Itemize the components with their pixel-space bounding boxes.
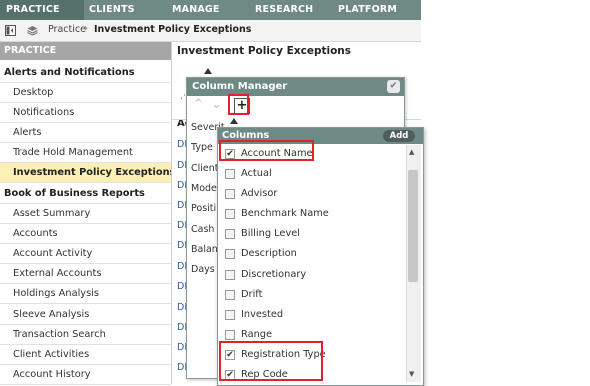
breadcrumb-separator-icon: ›: [84, 23, 88, 34]
column-option-drift[interactable]: Drift: [218, 285, 405, 305]
column-field[interactable]: Days: [191, 264, 215, 275]
drag-handle-icon[interactable]: ⋰: [180, 91, 189, 101]
scroll-up-icon[interactable]: ▲: [409, 148, 414, 156]
column-field[interactable]: Type: [191, 142, 213, 153]
sidebar-item-desktop[interactable]: Desktop: [0, 83, 171, 103]
checkbox-icon[interactable]: [225, 310, 235, 320]
nav-tab-practice[interactable]: PRACTICE: [0, 0, 84, 20]
nav-tab-research[interactable]: RESEARCH: [255, 0, 313, 20]
nav-tab-clients[interactable]: CLIENTS: [89, 0, 135, 20]
column-option-label: Discretionary: [241, 269, 307, 280]
columns-dropdown-pointer-icon: [230, 118, 238, 124]
sidebar-item-transaction-search[interactable]: Transaction Search: [0, 325, 171, 345]
add-column-highlight: [228, 94, 249, 115]
column-manager-pointer-icon: [204, 68, 212, 74]
checkbox-icon[interactable]: [225, 209, 235, 219]
sidebar-item-external-accounts[interactable]: External Accounts: [0, 264, 171, 284]
add-columns-button[interactable]: Add: [383, 130, 415, 142]
column-option-label: Billing Level: [241, 228, 301, 239]
move-up-icon[interactable]: ⌃: [193, 97, 204, 112]
sidebar-item-holdings-analysis[interactable]: Holdings Analysis: [0, 284, 171, 304]
breadcrumb-current: Investment Policy Exceptions: [94, 24, 252, 35]
column-option-label: Range: [241, 329, 273, 340]
breadcrumb-root[interactable]: Practice: [48, 24, 86, 35]
sidebar-item-trade-hold[interactable]: Trade Hold Management: [0, 143, 171, 163]
column-option-invested[interactable]: Invested: [218, 305, 405, 325]
account-name-highlight: [219, 140, 314, 161]
checkbox-icon[interactable]: [225, 330, 235, 340]
registration-repcode-highlight: [219, 341, 323, 381]
collapse-sidebar-icon[interactable]: [5, 25, 16, 36]
checkbox-icon[interactable]: [225, 189, 235, 199]
confirm-check-icon[interactable]: ✔: [387, 80, 400, 93]
scrollbar-thumb[interactable]: [408, 170, 418, 282]
column-option-billing-level[interactable]: Billing Level: [218, 224, 405, 244]
layers-icon: [27, 26, 38, 36]
column-manager-header: Column Manager ✔: [187, 78, 404, 96]
sidebar-header: PRACTICE: [0, 42, 171, 60]
column-option-label: Benchmark Name: [241, 208, 329, 219]
sidebar-item-alerts[interactable]: Alerts: [0, 123, 171, 143]
column-field[interactable]: Mode: [191, 183, 217, 194]
top-nav: PRACTICE CLIENTS MANAGE RESEARCH PLATFOR…: [0, 0, 421, 20]
scroll-down-icon[interactable]: ▼: [409, 370, 414, 378]
column-option-label: Advisor: [241, 188, 278, 199]
nav-tab-manage[interactable]: MANAGE: [172, 0, 220, 20]
sidebar-item-account-activity[interactable]: Account Activity: [0, 244, 171, 264]
sidebar-item-client-activities[interactable]: Client Activities: [0, 345, 171, 365]
page-title: Investment Policy Exceptions: [177, 45, 352, 57]
column-field[interactable]: Balan: [191, 244, 218, 255]
column-field[interactable]: Cash: [191, 224, 214, 235]
column-option-label: Description: [241, 248, 297, 259]
column-option-label: Actual: [241, 168, 272, 179]
sidebar-item-investment-policy-exceptions[interactable]: Investment Policy Exceptions: [0, 163, 171, 183]
checkbox-icon[interactable]: [225, 249, 235, 259]
column-option-label: Drift: [241, 289, 263, 300]
column-manager-title: Column Manager: [192, 81, 288, 92]
checkbox-icon[interactable]: [225, 270, 235, 280]
nav-tab-platform[interactable]: PLATFORM: [338, 0, 397, 20]
sidebar-item-asset-summary[interactable]: Asset Summary: [0, 204, 171, 224]
column-option-actual[interactable]: Actual: [218, 164, 405, 184]
sidebar-group-alerts[interactable]: Alerts and Notifications: [0, 63, 171, 83]
move-down-icon[interactable]: ⌄: [211, 97, 222, 112]
checkbox-icon[interactable]: [225, 169, 235, 179]
sidebar-group-book-of-business[interactable]: Book of Business Reports: [0, 184, 171, 204]
column-option-label: Invested: [241, 309, 284, 320]
checkbox-icon[interactable]: [225, 229, 235, 239]
column-option-description[interactable]: Description: [218, 244, 405, 264]
column-manager-toolbar: ⌃ ⌄ +: [187, 96, 404, 116]
sidebar-item-accounts[interactable]: Accounts: [0, 224, 171, 244]
sidebar-item-account-history[interactable]: Account History: [0, 365, 171, 385]
sidebar: PRACTICE Alerts and Notifications Deskto…: [0, 42, 172, 385]
column-field[interactable]: Client: [191, 163, 219, 174]
sidebar-item-notifications[interactable]: Notifications: [0, 103, 171, 123]
column-field[interactable]: Positi: [191, 203, 216, 214]
breadcrumb: Practice › Investment Policy Exceptions: [0, 20, 421, 42]
column-option-discretionary[interactable]: Discretionary: [218, 265, 405, 285]
sidebar-item-sleeve-analysis[interactable]: Sleeve Analysis: [0, 305, 171, 325]
checkbox-icon[interactable]: [225, 290, 235, 300]
column-option-benchmark-name[interactable]: Benchmark Name: [218, 204, 405, 224]
column-option-advisor[interactable]: Advisor: [218, 184, 405, 204]
